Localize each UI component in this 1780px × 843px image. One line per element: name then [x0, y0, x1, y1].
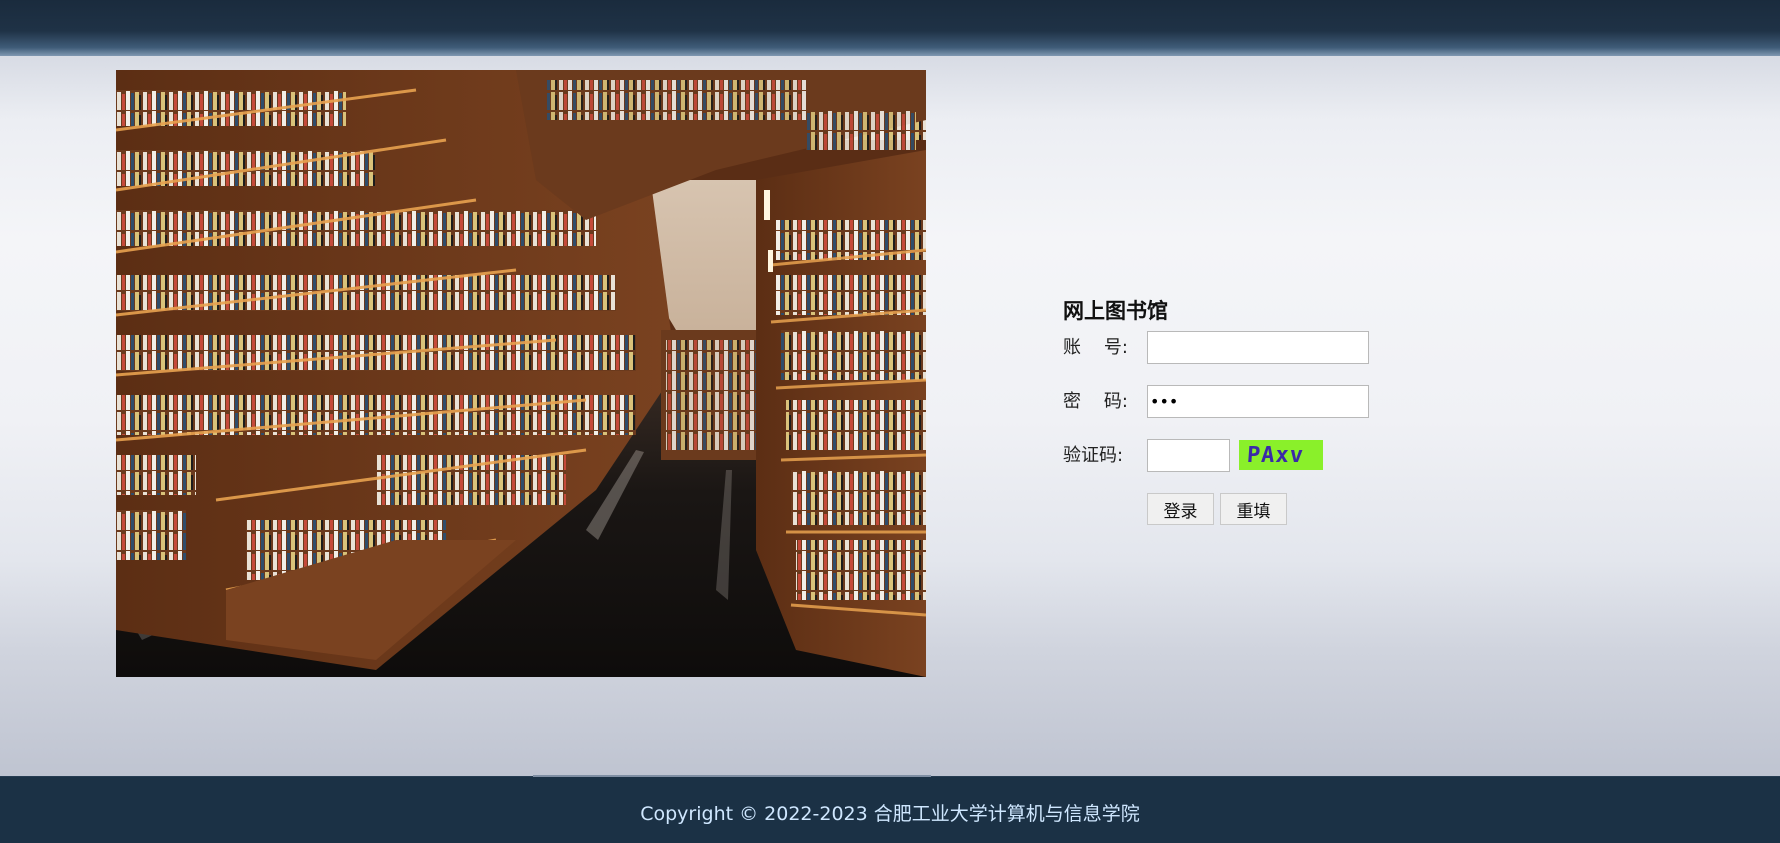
login-panel: 网上图书馆 账 号: 密 码: 验证码: PAxv 登录 重填	[1063, 290, 1403, 533]
bookstore-image	[116, 70, 926, 677]
footer: Copyright © 2022-2023 合肥工业大学计算机与信息学院	[0, 775, 1780, 843]
copyright-text: Copyright © 2022-2023 合肥工业大学计算机与信息学院	[640, 803, 1140, 825]
captcha-label: 验证码:	[1063, 445, 1124, 466]
account-label: 账 号:	[1063, 337, 1128, 358]
password-input[interactable]	[1147, 385, 1369, 418]
captcha-input[interactable]	[1147, 439, 1230, 472]
account-input[interactable]	[1147, 331, 1369, 364]
reset-button[interactable]: 重填	[1220, 493, 1287, 525]
login-button[interactable]: 登录	[1147, 493, 1214, 525]
account-row: 账 号:	[1063, 331, 1403, 385]
password-label: 密 码:	[1063, 391, 1128, 412]
top-header-bar	[0, 0, 1780, 56]
footer-divider	[533, 775, 931, 777]
login-title: 网上图书馆	[1063, 299, 1168, 323]
captcha-row: 验证码: PAxv	[1063, 439, 1403, 493]
login-buttons: 登录 重填	[1063, 493, 1403, 533]
captcha-image[interactable]: PAxv	[1239, 440, 1323, 470]
password-row: 密 码:	[1063, 385, 1403, 439]
captcha-text: PAxv	[1246, 443, 1305, 468]
